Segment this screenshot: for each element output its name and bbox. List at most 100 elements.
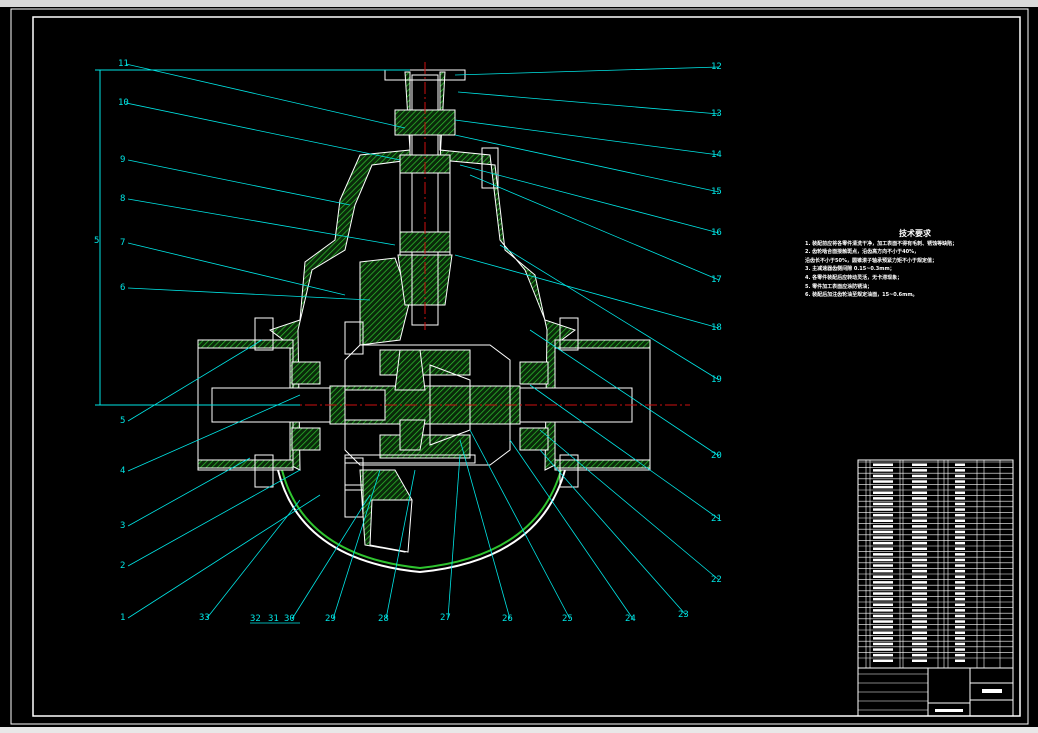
parts-list-text xyxy=(955,525,965,528)
parts-list-text xyxy=(873,502,893,506)
parts-list-text xyxy=(912,485,927,489)
parts-list-text xyxy=(955,564,965,567)
parts-list-text xyxy=(912,642,927,646)
bearing xyxy=(291,427,321,451)
parts-list-text xyxy=(873,474,893,478)
parts-list-text xyxy=(955,463,965,466)
parts-list-text xyxy=(955,592,965,595)
part-number-label: 4 xyxy=(120,466,125,476)
part-number-label: 3 xyxy=(120,521,125,531)
part-number-label: 28 xyxy=(378,614,389,624)
parts-list-text xyxy=(955,519,965,522)
parts-list-text xyxy=(912,631,927,634)
part-number-label: 16 xyxy=(711,228,722,238)
bearing xyxy=(291,361,321,385)
parts-list-text xyxy=(955,575,965,578)
parts-list-text xyxy=(873,541,893,545)
parts-list-text xyxy=(955,659,965,662)
parts-list-text xyxy=(912,659,927,662)
part-number-label: 20 xyxy=(711,451,722,461)
tech-line: 5. 零件加工表面应涂防锈油； xyxy=(805,283,873,290)
parts-list-text xyxy=(873,625,893,629)
parts-list-text xyxy=(955,642,965,646)
part-number-label: 30 xyxy=(284,614,295,624)
ring-gear-tooth xyxy=(369,499,413,553)
part-number-label: 21 xyxy=(711,514,722,524)
tube-wall xyxy=(197,459,294,469)
parts-list-text xyxy=(912,469,927,472)
company-name xyxy=(935,709,963,712)
parts-list-text xyxy=(873,653,893,657)
parts-list-text xyxy=(955,569,965,573)
parts-list-text xyxy=(912,480,927,483)
parts-list-text xyxy=(912,653,927,657)
parts-list-text xyxy=(955,480,965,483)
part-number-label: 27 xyxy=(440,613,451,623)
leader-line xyxy=(127,159,351,206)
part-number-label: 24 xyxy=(625,614,636,624)
parts-list-text xyxy=(873,564,893,567)
parts-list-text xyxy=(912,558,927,562)
parts-list-text xyxy=(873,575,893,578)
parts-list-text xyxy=(955,614,965,618)
parts-list-text xyxy=(912,491,927,494)
parts-list-text xyxy=(873,525,893,528)
parts-list-text xyxy=(955,474,965,478)
parts-list-text xyxy=(873,480,893,483)
leader-line xyxy=(454,254,720,329)
parts-list-text xyxy=(873,659,893,662)
parts-list-text xyxy=(912,609,927,612)
part-number-label: 15 xyxy=(711,187,722,197)
case-top xyxy=(379,349,471,376)
parts-list-text xyxy=(873,642,893,646)
parts-list-text xyxy=(912,637,927,640)
part-number-label: 9 xyxy=(120,155,125,165)
parts-list-text xyxy=(955,547,965,550)
part-number-label: 32 xyxy=(250,614,261,624)
parts-list-text xyxy=(912,614,927,618)
parts-list-text xyxy=(955,609,965,612)
bearing xyxy=(519,361,549,385)
parts-list-text xyxy=(873,597,893,601)
parts-list-text xyxy=(873,513,893,517)
parts-list-text xyxy=(873,508,893,511)
parts-list-text xyxy=(912,603,927,606)
parts-list-text xyxy=(912,508,927,511)
parts-list-text xyxy=(873,553,893,556)
part-number-label: 14 xyxy=(711,150,722,160)
leader-line xyxy=(125,63,406,129)
leader-line xyxy=(127,457,251,527)
parts-list-text xyxy=(873,614,893,618)
tech-line: 6. 装配后加注齿轮油至规定油面，15~0.6mm。 xyxy=(805,292,918,299)
parts-list-text xyxy=(912,519,927,522)
parts-list-text xyxy=(955,553,965,556)
tech-line: 沿齿长不小于50%，圆锥滚子轴承预紧力矩不小于规定值； xyxy=(805,257,937,264)
parts-list-text xyxy=(912,547,927,550)
leader-line xyxy=(127,287,371,301)
parts-list-text xyxy=(955,620,965,623)
parts-list-text xyxy=(873,603,893,606)
part-number-label: 29 xyxy=(325,614,336,624)
part-number-label: 22 xyxy=(711,575,722,585)
parts-list-text xyxy=(912,586,927,590)
part-number-label: 19 xyxy=(711,375,722,385)
parts-list-text xyxy=(873,491,893,494)
parts-list-text xyxy=(912,530,927,534)
part-number-label: 13 xyxy=(711,109,722,119)
parts-list-text xyxy=(912,648,927,651)
parts-list-text xyxy=(873,592,893,595)
part-number-label: 6 xyxy=(120,283,125,293)
leader-line xyxy=(206,499,301,619)
parts-list-text xyxy=(912,581,927,584)
part-number-label: 12 xyxy=(711,62,722,72)
tech-line: 1. 装配前应将各零件清洗干净，加工表面不得有毛刺、锈蚀等缺陷； xyxy=(805,240,958,247)
parts-list-text xyxy=(955,586,965,590)
parts-list-text xyxy=(912,502,927,506)
parts-list-text xyxy=(873,519,893,522)
parts-list-text xyxy=(955,491,965,494)
leader-line xyxy=(539,429,720,581)
parts-list-text xyxy=(912,553,927,556)
leader-line xyxy=(454,66,720,76)
parts-list-text xyxy=(873,637,893,640)
parts-list-text xyxy=(912,575,927,578)
